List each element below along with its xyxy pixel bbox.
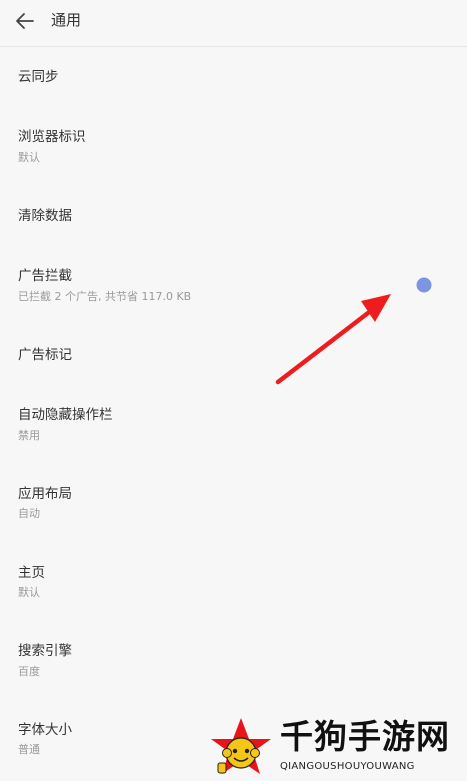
annotation-arrow-shaft: [275, 310, 371, 385]
annotation-arrow-head: [361, 294, 391, 322]
watermark-title: 千狗手游网: [280, 717, 450, 756]
watermark-logo: 千狗手游网 QIANGOUSHOUYOUWANG: [208, 715, 467, 781]
annotation-overlay: [275, 277, 432, 385]
watermark-subtitle: QIANGOUSHOUYOUWANG: [280, 761, 415, 772]
star-mascot-icon: [211, 718, 271, 774]
annotation-dot: [416, 277, 432, 293]
